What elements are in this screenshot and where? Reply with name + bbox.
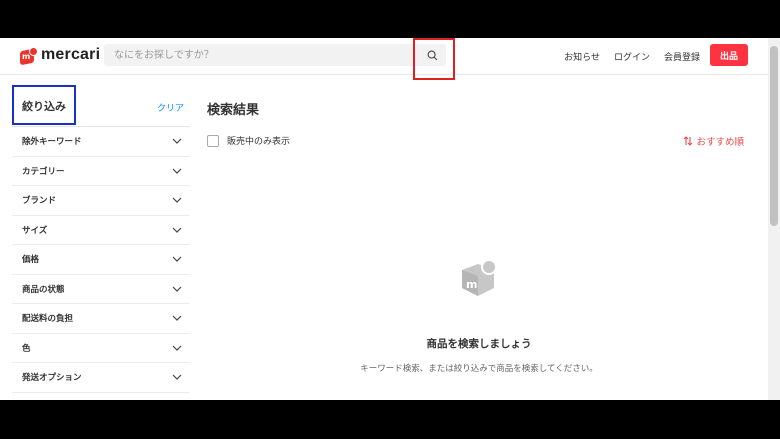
filter-label: 色: [22, 343, 31, 354]
clear-link[interactable]: クリア: [157, 101, 184, 114]
chevron-down-icon: [172, 315, 182, 322]
scrollbar-thumb[interactable]: [770, 46, 778, 226]
onsale-toggle[interactable]: 販売中のみ表示: [207, 134, 290, 147]
header-nav: お知らせ ログイン 会員登録: [564, 50, 700, 63]
filter-label: サイズ: [22, 225, 48, 236]
empty-state-icon: m: [462, 259, 497, 296]
nav-login[interactable]: ログイン: [614, 50, 650, 63]
page-title: 検索結果: [207, 103, 260, 118]
empty-state-subtitle: キーワード検索、または絞り込みで商品を検索してください。: [360, 364, 598, 374]
logo-text: mercari: [41, 46, 101, 63]
filter-color[interactable]: 色: [12, 334, 190, 363]
chevron-down-icon: [172, 227, 182, 233]
page: m mercari お知らせ ログイン 会員登録 出品 絞り込み クリア: [0, 38, 780, 400]
empty-state-title: 商品を検索しましょう: [426, 338, 532, 350]
sell-button[interactable]: 出品: [710, 44, 748, 66]
filter-list: 除外キーワード カテゴリー ブランド サイズ 価格 商品の状態 配送料の負担 色…: [12, 126, 190, 393]
search-button[interactable]: [420, 44, 444, 66]
chevron-down-icon: [172, 197, 182, 204]
sort-dropdown[interactable]: おすすめ順: [683, 134, 744, 148]
svg-text:m: m: [466, 278, 477, 291]
chevron-down-icon: [172, 256, 182, 263]
filter-shipping-option[interactable]: 発送オプション: [12, 363, 190, 393]
nav-register[interactable]: 会員登録: [664, 50, 700, 63]
filter-condition[interactable]: 商品の状態: [12, 275, 190, 304]
header: m mercari お知らせ ログイン 会員登録 出品: [0, 38, 768, 75]
chevron-down-icon: [172, 374, 182, 381]
filter-price[interactable]: 価格: [12, 245, 190, 275]
sort-icon: [684, 136, 693, 146]
filter-category[interactable]: カテゴリー: [12, 157, 190, 186]
filter-title: 絞り込み: [22, 100, 66, 113]
logo-icon: m: [20, 46, 38, 65]
filter-label: 商品の状態: [22, 284, 65, 295]
filter-brand[interactable]: ブランド: [12, 186, 190, 216]
filter-size[interactable]: サイズ: [12, 216, 190, 245]
chevron-down-icon: [172, 345, 182, 351]
search-input[interactable]: [104, 48, 416, 62]
chevron-down-icon: [172, 138, 182, 145]
filter-label: 発送オプション: [22, 373, 82, 384]
scrollbar[interactable]: [768, 38, 780, 400]
filter-label: カテゴリー: [22, 166, 65, 177]
sort-label: おすすめ順: [696, 137, 744, 148]
filter-sidebar: 絞り込み クリア 除外キーワード カテゴリー ブランド サイズ 価格 商品の状態…: [12, 85, 190, 393]
search-icon: [427, 50, 437, 60]
nav-notifications[interactable]: お知らせ: [564, 50, 600, 63]
onsale-checkbox[interactable]: [207, 134, 219, 147]
filter-shipping-fee[interactable]: 配送料の負担: [12, 304, 190, 334]
filter-label: 除外キーワード: [22, 137, 82, 148]
filter-label: ブランド: [22, 196, 57, 207]
search-bar: [104, 44, 446, 66]
filter-header: 絞り込み クリア: [12, 85, 190, 125]
onsale-label: 販売中のみ表示: [227, 137, 291, 147]
filter-exclude-keyword[interactable]: 除外キーワード: [12, 127, 190, 157]
chevron-down-icon: [172, 286, 182, 292]
filter-label: 価格: [22, 255, 40, 266]
logo[interactable]: m mercari: [20, 46, 101, 65]
chevron-down-icon: [172, 168, 182, 174]
filter-label: 配送料の負担: [22, 314, 74, 325]
